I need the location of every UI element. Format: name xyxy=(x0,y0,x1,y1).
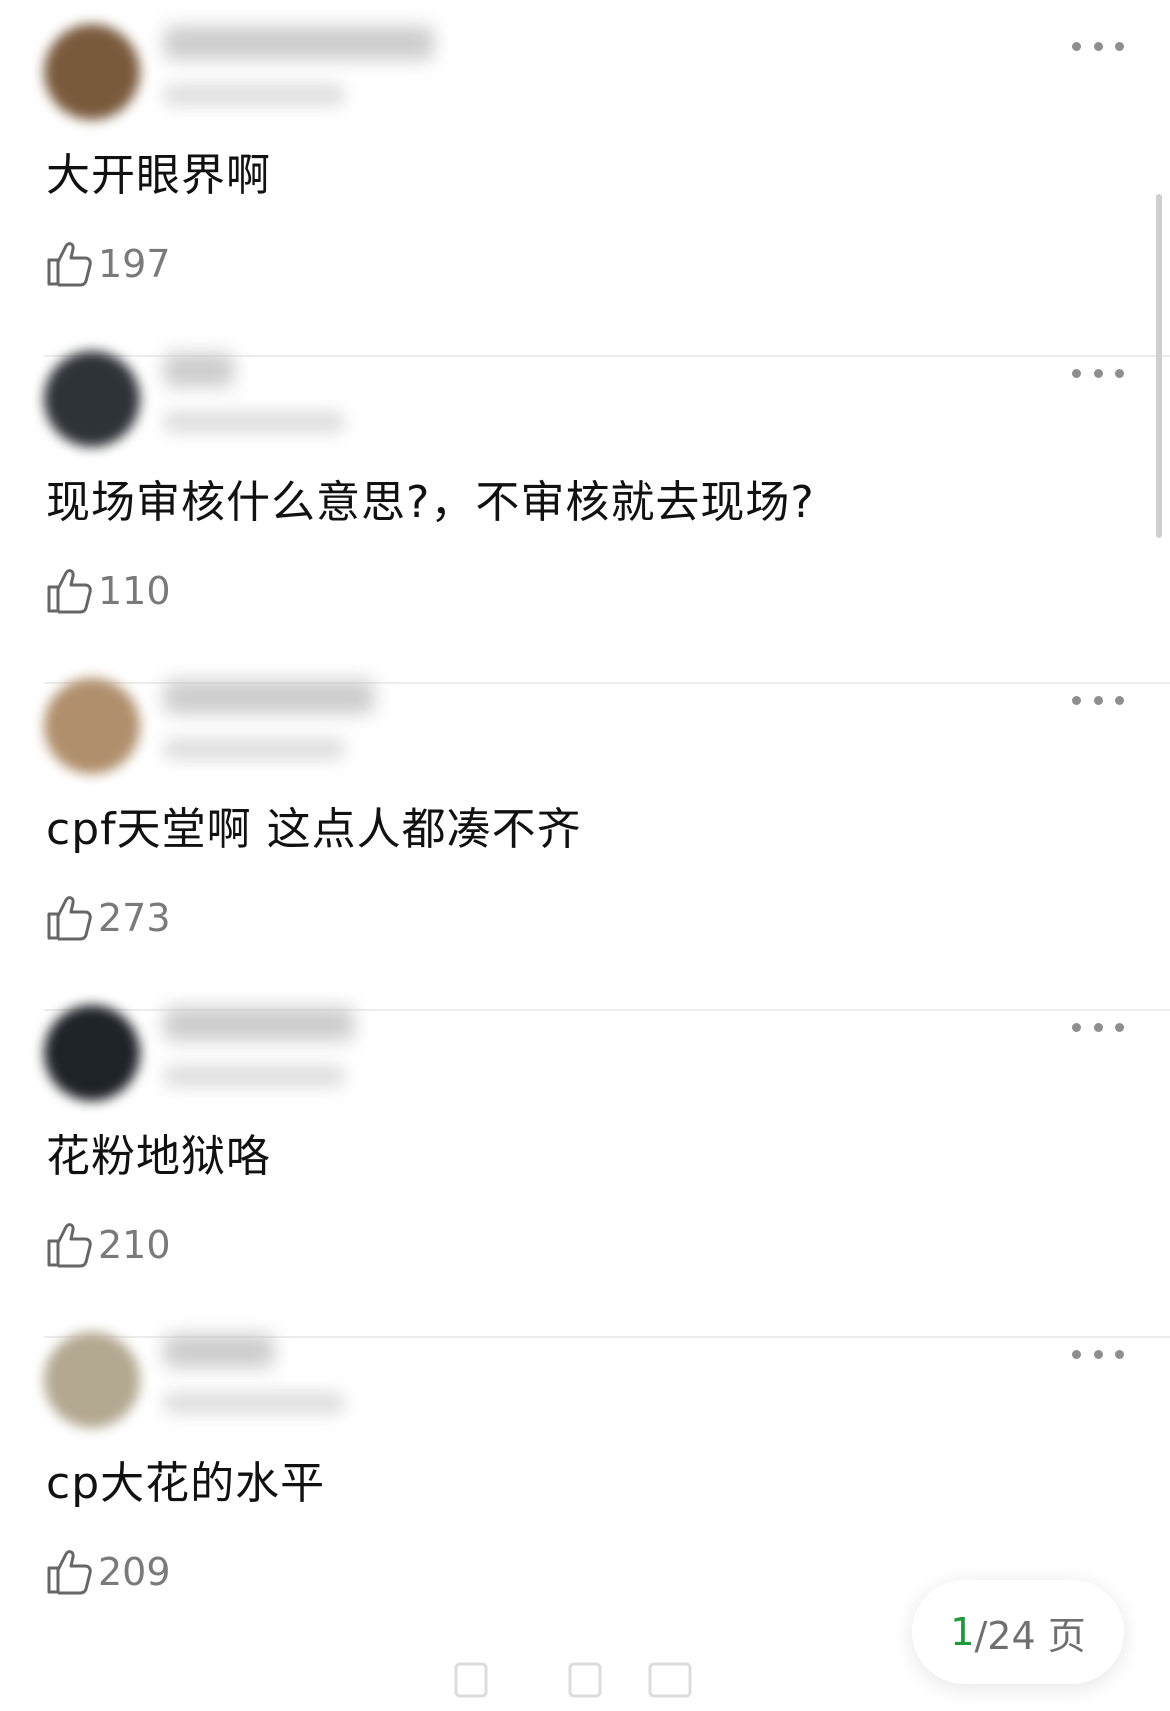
comment-meta-blurred xyxy=(164,738,344,760)
thumbs-up-icon xyxy=(47,1550,92,1595)
more-options-button[interactable] xyxy=(1072,688,1124,712)
avatar[interactable] xyxy=(44,351,140,447)
more-dot xyxy=(1093,368,1103,378)
comment-text: 大开眼界啊 xyxy=(46,150,271,201)
more-dots-icon xyxy=(1072,695,1081,705)
comment-text: 花粉地狱咯 xyxy=(46,1131,271,1182)
thumbs-up-icon xyxy=(47,896,92,941)
comment-meta-blurred xyxy=(164,1065,344,1087)
like-count: 210 xyxy=(98,1223,171,1267)
comment-text: cp大花的水平 xyxy=(46,1458,326,1509)
comment-text: 现场审核什么意思?，不审核就去现场? xyxy=(46,477,815,528)
more-dot xyxy=(1115,1349,1124,1359)
username-blurred[interactable] xyxy=(164,1007,354,1041)
more-options-button[interactable] xyxy=(1072,34,1124,58)
like-count: 110 xyxy=(98,569,171,613)
more-options-button[interactable] xyxy=(1072,1015,1124,1039)
comment-item: 大开眼界啊 197 xyxy=(0,0,1170,357)
comment-item: 现场审核什么意思?，不审核就去现场? 110 xyxy=(0,327,1170,684)
username-blurred[interactable] xyxy=(164,1334,274,1368)
page-indicator[interactable]: 1 /24 页 xyxy=(912,1580,1124,1684)
more-dot xyxy=(1093,1022,1103,1032)
more-dots-icon xyxy=(1072,41,1081,51)
more-dot xyxy=(1115,41,1124,51)
more-dot xyxy=(1115,368,1124,378)
more-options-button[interactable] xyxy=(1072,1342,1124,1366)
more-dot xyxy=(1093,1349,1103,1359)
comment-meta-blurred xyxy=(164,1392,344,1414)
like-button[interactable]: 197 xyxy=(46,238,171,290)
avatar[interactable] xyxy=(44,678,140,774)
thumbs-up-icon xyxy=(47,1223,92,1268)
comment-meta-blurred xyxy=(164,411,344,433)
more-dot xyxy=(1115,695,1124,705)
comment-text: cpf天堂啊 这点人都凑不齐 xyxy=(46,804,582,855)
username-blurred[interactable] xyxy=(164,26,434,60)
like-count: 209 xyxy=(98,1550,171,1594)
like-button[interactable]: 210 xyxy=(46,1219,171,1271)
more-dots-icon xyxy=(1072,368,1081,378)
like-button[interactable]: 110 xyxy=(46,565,171,617)
comment-item: 花粉地狱咯 210 xyxy=(0,981,1170,1338)
comment-item: cpf天堂啊 这点人都凑不齐 273 xyxy=(0,654,1170,1011)
thumbs-up-icon xyxy=(47,242,92,287)
more-dot xyxy=(1093,695,1103,705)
total-pages: /24 页 xyxy=(974,1613,1086,1658)
more-options-button[interactable] xyxy=(1072,361,1124,385)
current-page: 1 xyxy=(950,1610,975,1654)
more-dot xyxy=(1115,1022,1124,1032)
watermark-logo xyxy=(454,1662,692,1698)
username-blurred[interactable] xyxy=(164,353,234,387)
like-button[interactable]: 273 xyxy=(46,892,171,944)
avatar[interactable] xyxy=(44,1332,140,1428)
like-count: 197 xyxy=(98,242,171,286)
more-dots-icon xyxy=(1072,1349,1081,1359)
like-count: 273 xyxy=(98,896,171,940)
more-dots-icon xyxy=(1072,1022,1081,1032)
more-dot xyxy=(1093,41,1103,51)
thumbs-up-icon xyxy=(47,569,92,614)
scrollbar[interactable] xyxy=(1156,194,1162,538)
comment-meta-blurred xyxy=(164,84,344,106)
like-button[interactable]: 209 xyxy=(46,1546,171,1598)
username-blurred[interactable] xyxy=(164,680,374,714)
avatar[interactable] xyxy=(44,24,140,120)
avatar[interactable] xyxy=(44,1005,140,1101)
